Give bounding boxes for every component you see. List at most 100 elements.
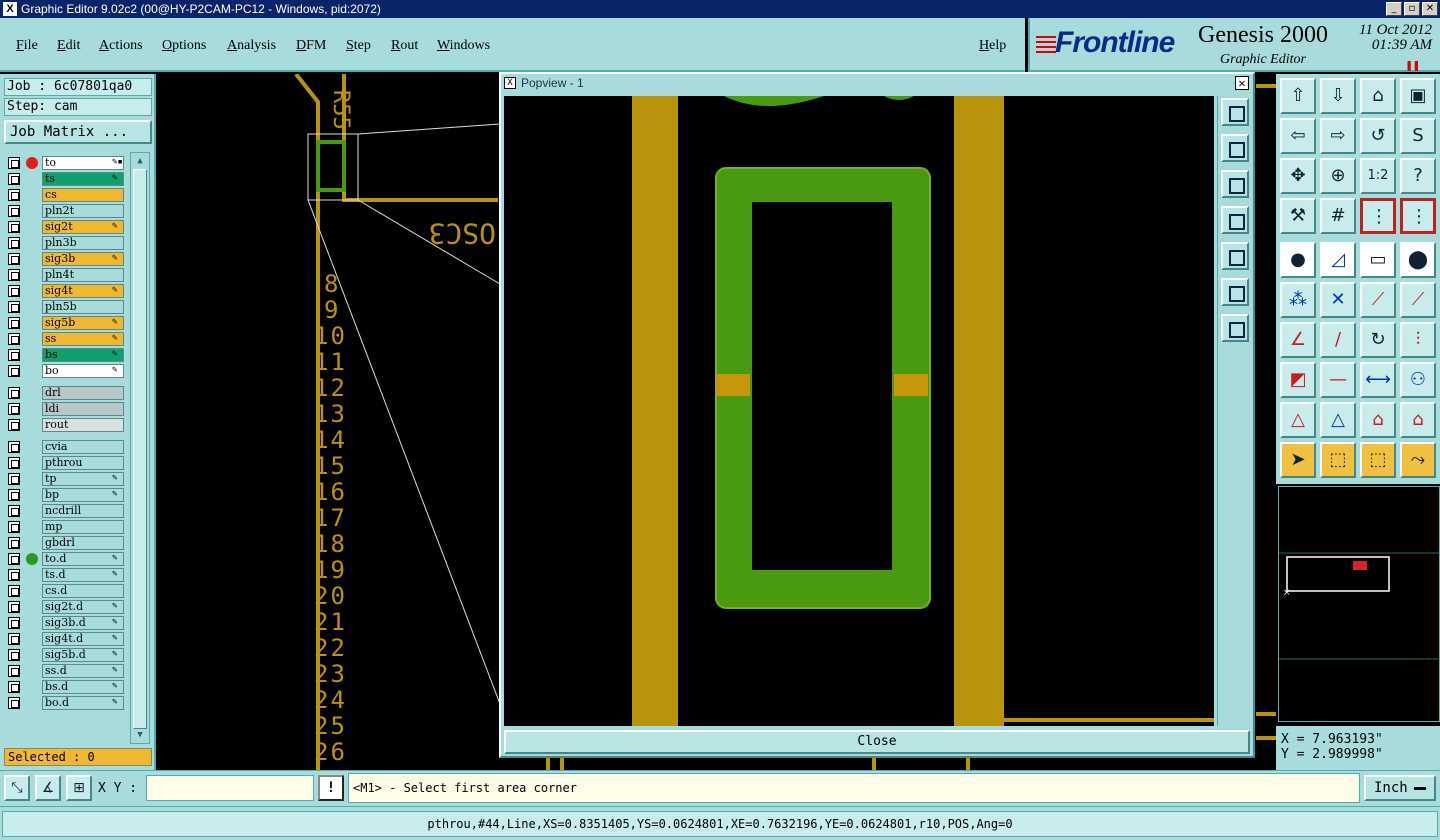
home-up-icon[interactable]: ⇧ (1280, 78, 1316, 114)
zoom-center-icon[interactable]: ⊕ (1320, 158, 1356, 194)
layer-name[interactable]: pln5b (42, 300, 124, 314)
pointer-select-icon[interactable]: ⬚ (1320, 442, 1356, 478)
layer-checkbox[interactable] (8, 553, 20, 565)
layer-row[interactable]: sig2t ✎ (4, 220, 126, 234)
popview-zoom-fit-icon[interactable] (1221, 278, 1249, 306)
layer-row[interactable]: drl (4, 386, 126, 400)
layer-row[interactable]: sig3b ✎ (4, 252, 126, 266)
layer-row[interactable]: sig3b.d ✎ (4, 616, 126, 630)
restore-button[interactable]: ▫ (1404, 2, 1420, 16)
layer-row[interactable]: ldi (4, 402, 126, 416)
exclamation-button[interactable]: ! (318, 775, 344, 801)
layer-checkbox[interactable] (8, 473, 20, 485)
menu-actions[interactable]: Actions (99, 38, 143, 54)
menu-windows[interactable]: Windows (437, 38, 490, 54)
menu-options[interactable]: Options (162, 38, 206, 54)
scroll-thumb[interactable] (133, 169, 147, 729)
layer-checkbox[interactable] (8, 617, 20, 629)
layer-row[interactable]: ts.d ✎ (4, 568, 126, 582)
layer-row[interactable]: pln5b (4, 300, 126, 314)
layer-row[interactable]: bp ✎ (4, 488, 126, 502)
snap-icon[interactable]: ⋮ (1360, 198, 1396, 234)
pause-icon[interactable]: ❚❚ (1406, 58, 1420, 72)
layer-checkbox[interactable] (8, 419, 20, 431)
pointer-icon[interactable]: ➤ (1280, 442, 1316, 478)
layer-checkbox[interactable] (8, 349, 20, 361)
layer-checkbox[interactable] (8, 157, 20, 169)
home-icon[interactable]: ⌂ (1360, 78, 1396, 114)
menu-edit[interactable]: Edit (57, 38, 80, 54)
layer-checkbox[interactable] (8, 253, 20, 265)
trace-icon[interactable]: — (1320, 362, 1356, 398)
layer-name[interactable]: cs.d (42, 584, 124, 598)
menu-step[interactable]: Step (346, 38, 371, 54)
popview-pan-up-icon[interactable] (1221, 134, 1249, 162)
measure-angle-icon[interactable]: ∡ (35, 775, 61, 801)
layer-row[interactable]: bs ✎ (4, 348, 126, 362)
cross-icon[interactable]: ✕ (1320, 282, 1356, 318)
zoom-ratio-icon[interactable]: 1:2 (1360, 158, 1396, 194)
layer-row[interactable]: sig5b ✎ (4, 316, 126, 330)
layer-row[interactable]: pln4t (4, 268, 126, 282)
layer-checkbox[interactable] (8, 441, 20, 453)
layer-name[interactable]: cvia (42, 440, 124, 454)
help-query-icon[interactable]: ? (1400, 158, 1436, 194)
measure-icon[interactable]: ⟷ (1360, 362, 1396, 398)
layer-row[interactable]: pln2t (4, 204, 126, 218)
popview-canvas[interactable] (504, 96, 1214, 726)
layer-checkbox[interactable] (8, 301, 20, 313)
arch-icon[interactable]: ⌂ (1360, 402, 1396, 438)
group-icon[interactable]: ⚇ (1400, 362, 1436, 398)
layer-name[interactable]: drl (42, 386, 124, 400)
ruler-icon[interactable]: ▭ (1360, 242, 1396, 278)
layer-checkbox[interactable] (8, 285, 20, 297)
layer-row[interactable]: bo ✎ (4, 364, 126, 378)
layer-row[interactable]: sig2t.d ✎ (4, 600, 126, 614)
layer-checkbox[interactable] (8, 333, 20, 345)
triangle-icon[interactable]: △ (1280, 402, 1316, 438)
layer-name[interactable]: pln2t (42, 204, 124, 218)
popview-close-icon[interactable]: ✕ (1235, 76, 1249, 90)
layer-row[interactable]: sig5b.d ✎ (4, 648, 126, 662)
layer-checkbox[interactable] (8, 189, 20, 201)
layer-scrollbar[interactable]: ▲ ▼ (130, 152, 150, 744)
pan-right-icon[interactable]: ⇨ (1320, 118, 1356, 154)
menu-dfm[interactable]: DFM (296, 38, 326, 54)
layer-name[interactable]: pln3b (42, 236, 124, 250)
layer-checkbox[interactable] (8, 489, 20, 501)
add-pad-icon[interactable]: ● (1280, 242, 1316, 278)
net-icon[interactable]: ⁂ (1280, 282, 1316, 318)
layer-row[interactable]: ss.d ✎ (4, 664, 126, 678)
tools-icon[interactable]: ⚒ (1280, 198, 1316, 234)
popview-pan-down-icon[interactable] (1221, 170, 1249, 198)
pointer-area-icon[interactable]: ⬚ (1360, 442, 1396, 478)
menu-rout[interactable]: Rout (391, 38, 418, 54)
popview-zoom-icon[interactable] (1221, 98, 1249, 126)
layer-checkbox[interactable] (8, 269, 20, 281)
layer-checkbox[interactable] (8, 521, 20, 533)
rotate-icon[interactable]: ↺ (1360, 118, 1396, 154)
angle-icon[interactable]: ∠ (1280, 322, 1316, 358)
layer-name[interactable]: gbdrl (42, 536, 124, 550)
layer-checkbox[interactable] (8, 665, 20, 677)
layer-row[interactable]: bo.d ✎ (4, 696, 126, 710)
layer-row[interactable]: cvia (4, 440, 126, 454)
layer-checkbox[interactable] (8, 681, 20, 693)
layer-row[interactable]: sig4t.d ✎ (4, 632, 126, 646)
pad-select-icon[interactable]: ◩ (1280, 362, 1316, 398)
job-matrix-button[interactable]: Job Matrix ... (4, 120, 152, 144)
line-icon[interactable]: / (1320, 322, 1356, 358)
popview-zoom-vertical-icon[interactable] (1221, 314, 1249, 342)
layer-checkbox[interactable] (8, 585, 20, 597)
snap-connect-icon[interactable]: ⋮ (1400, 198, 1436, 234)
layer-row[interactable]: bs.d ✎ (4, 680, 126, 694)
layer-row[interactable]: cs (4, 188, 126, 202)
close-window-button[interactable]: ✕ (1422, 2, 1438, 16)
layer-row[interactable]: gbdrl (4, 536, 126, 550)
layer-checkbox[interactable] (8, 457, 20, 469)
layer-checkbox[interactable] (8, 697, 20, 709)
feature-icon[interactable]: ⫶ (1400, 322, 1436, 358)
draw-line-icon[interactable]: ◿ (1320, 242, 1356, 278)
layer-name[interactable]: cs (42, 188, 124, 202)
zoom-fit-icon[interactable]: ✥ (1280, 158, 1316, 194)
